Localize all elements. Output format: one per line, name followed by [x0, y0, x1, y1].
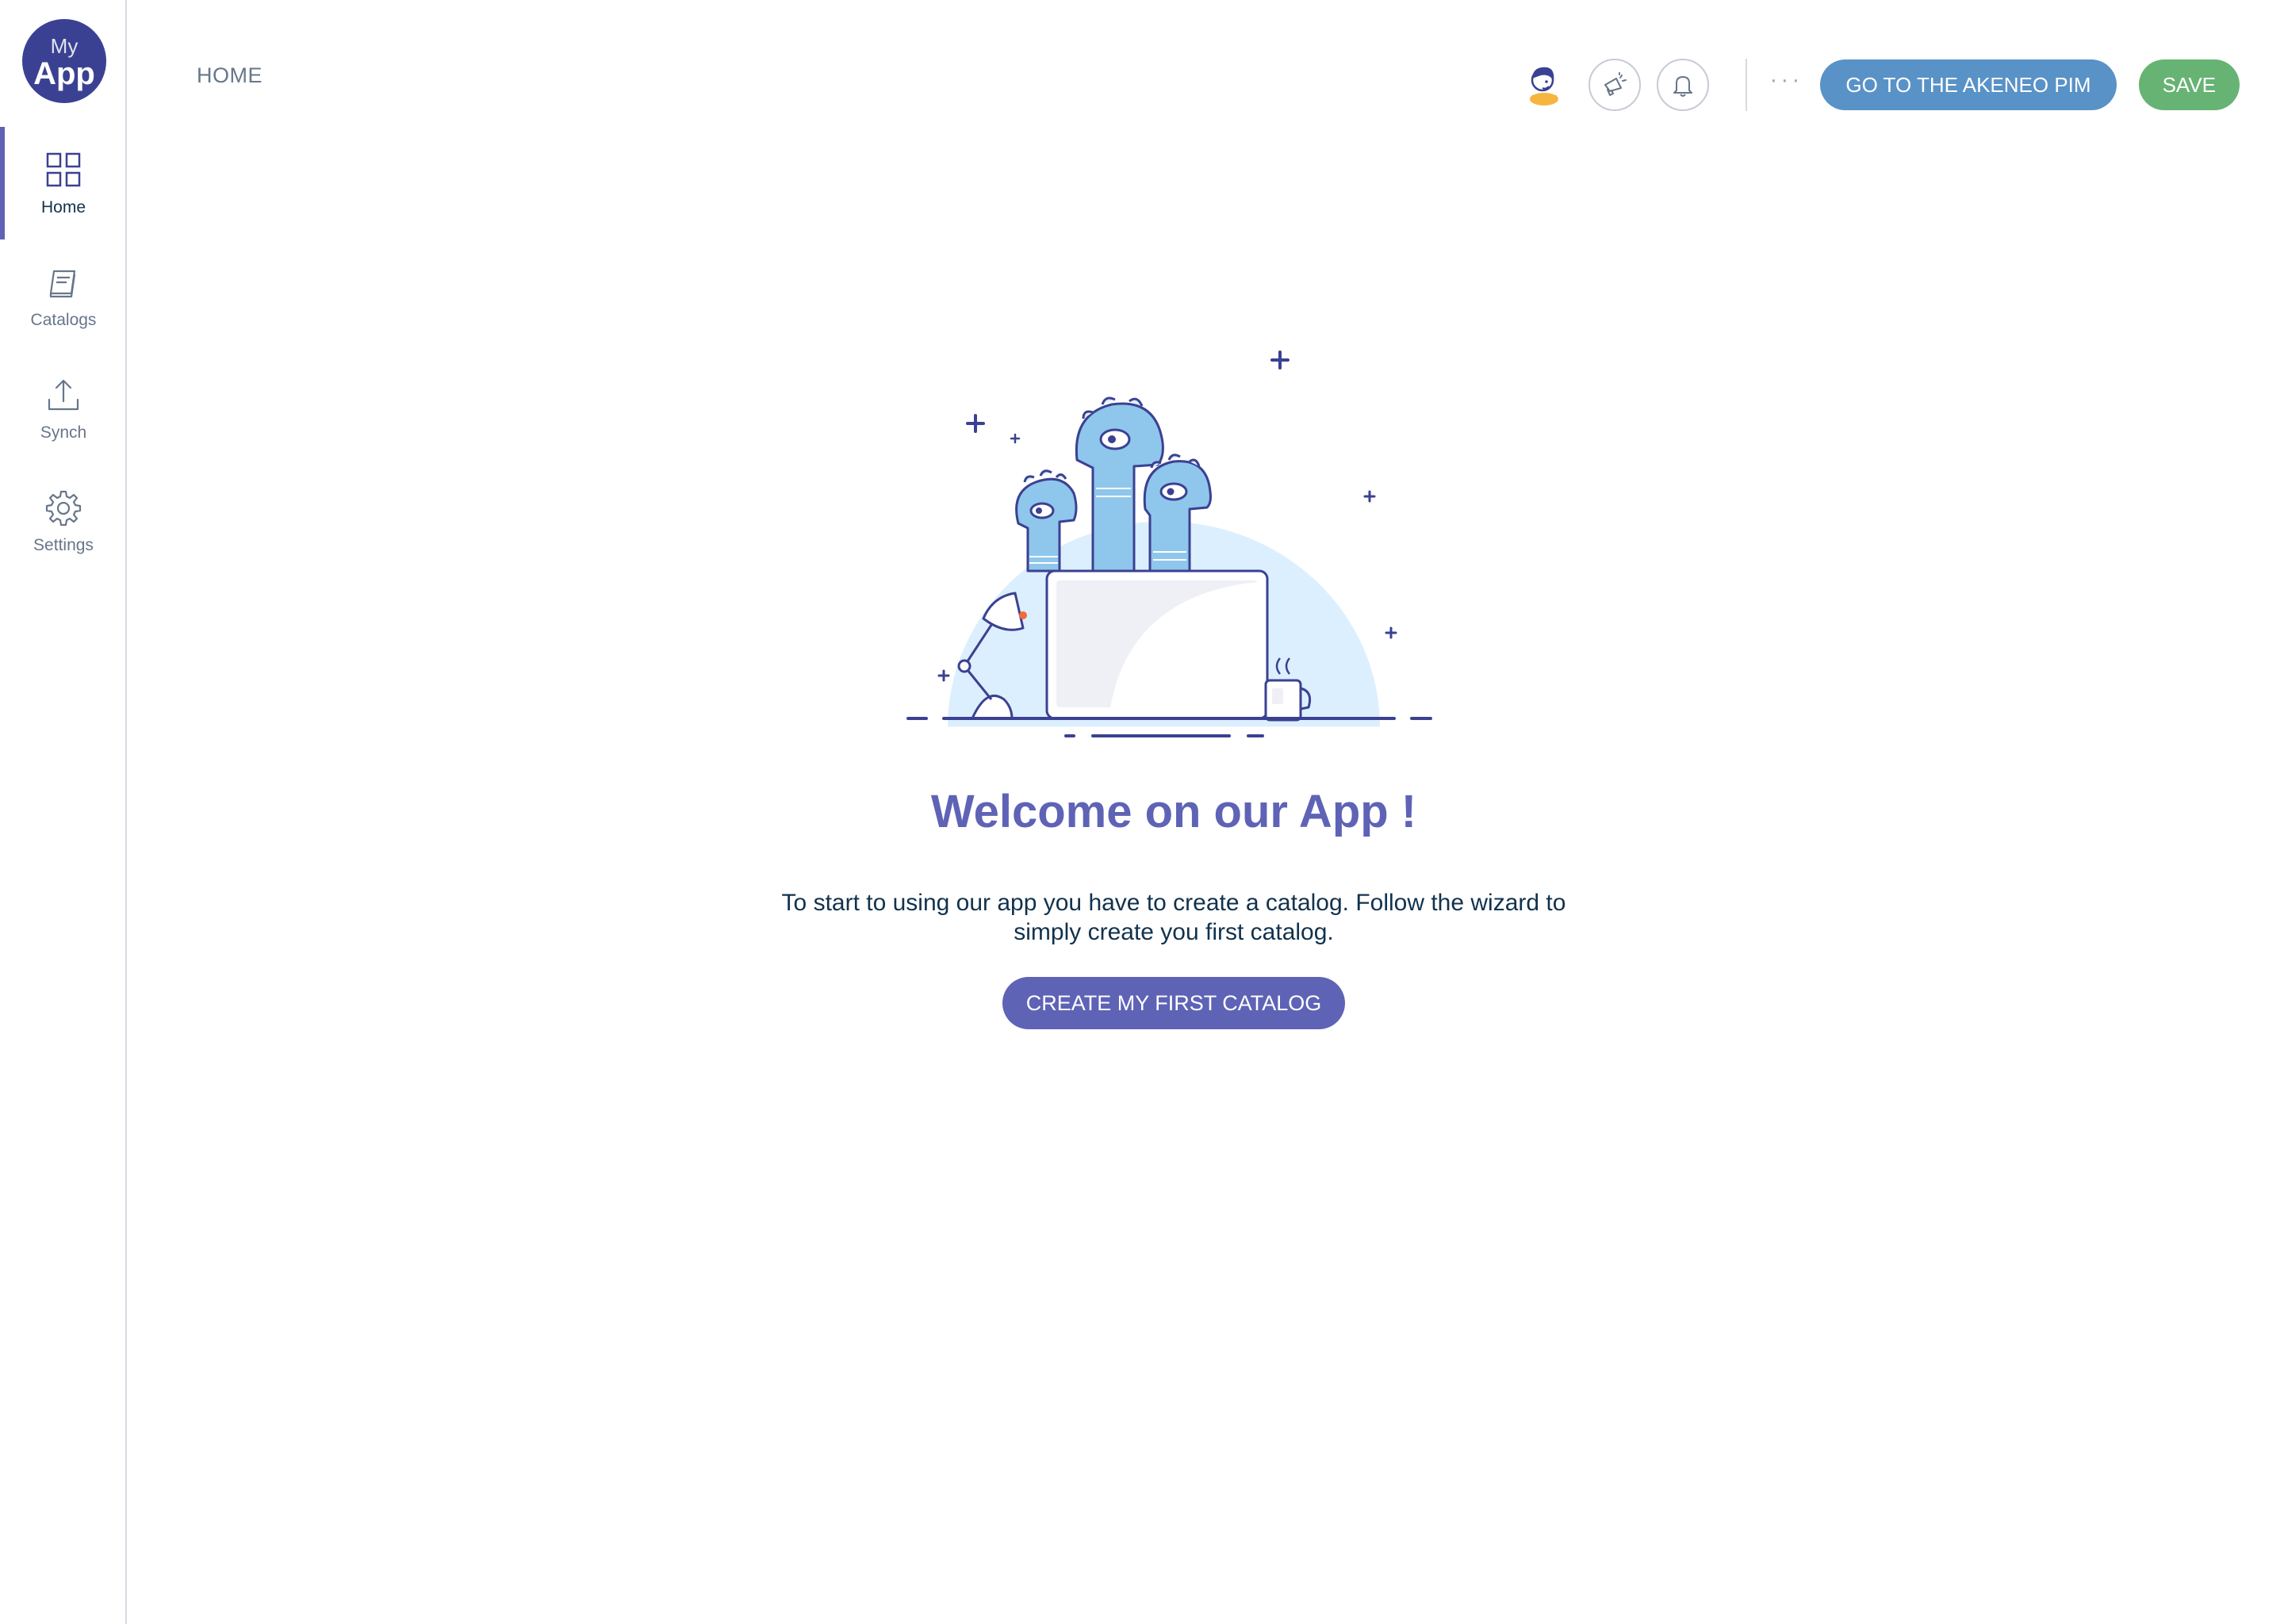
app-root: My App Home Catalogs Synch Settings HOME…	[0, 0, 2284, 1624]
welcome-illustration	[906, 350, 1432, 737]
grid-icon	[46, 152, 81, 187]
upload-icon	[48, 379, 79, 411]
cta-container: CREATE MY FIRST CATALOG	[127, 977, 2221, 1029]
sidebar-nav: Home Catalogs Synch Settings	[0, 127, 127, 577]
sidebar-item-label: Catalogs	[30, 311, 97, 329]
logo-line2: App	[33, 56, 95, 91]
sidebar-item-label: Home	[40, 198, 86, 216]
create-catalog-button[interactable]: CREATE MY FIRST CATALOG	[1002, 977, 1346, 1029]
sidebar-item-label: Settings	[33, 536, 94, 554]
sidebar-item-catalogs[interactable]: Catalogs	[0, 239, 127, 352]
logo-line1: My	[50, 34, 79, 58]
sidebar-item-settings[interactable]: Settings	[0, 465, 127, 577]
welcome-description: To start to using our app you have to cr…	[781, 890, 1566, 945]
sidebar-item-synch[interactable]: Synch	[0, 352, 127, 465]
sidebar: My App Home Catalogs Synch Settings	[0, 0, 127, 1624]
sidebar-item-home[interactable]: Home	[0, 127, 127, 239]
gear-icon	[45, 490, 82, 527]
sidebar-item-label: Synch	[40, 423, 87, 442]
main-content: Welcome on our App ! To start to using o…	[127, 0, 2284, 1624]
welcome-title: Welcome on our App !	[930, 786, 1417, 837]
book-icon	[49, 270, 76, 298]
app-logo[interactable]: My App	[22, 19, 106, 103]
